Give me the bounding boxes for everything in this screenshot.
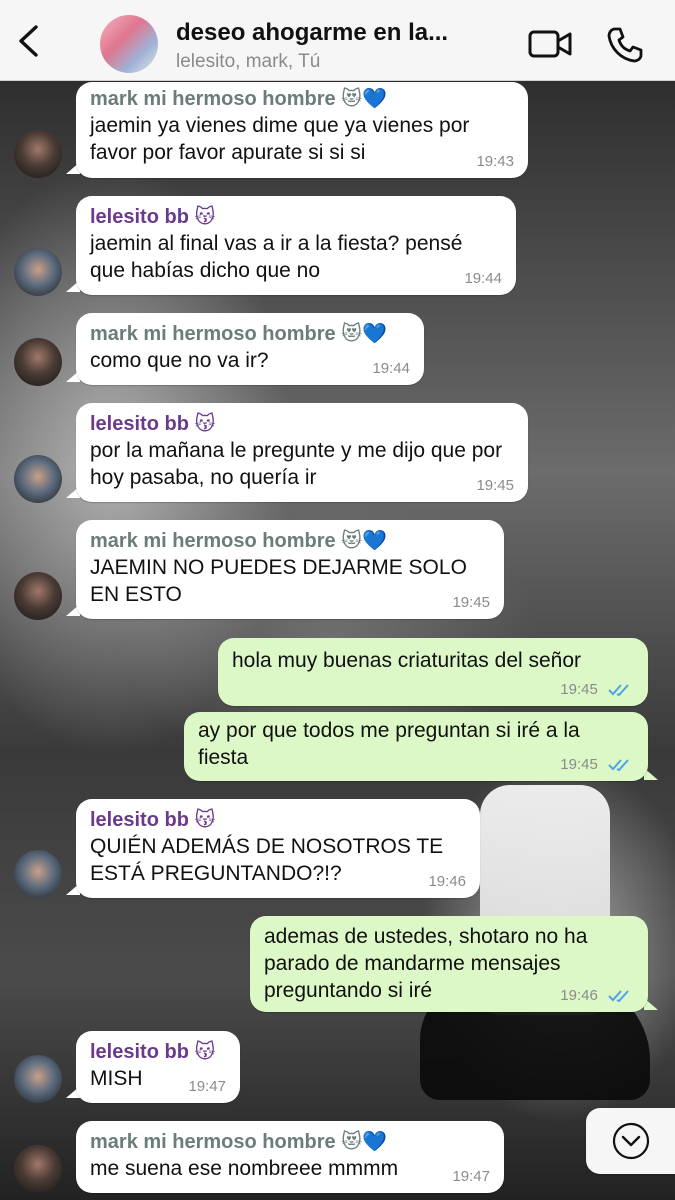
sender-name: lelesito bb 😽 (90, 413, 216, 435)
sender-name: lelesito bb 😽 (90, 206, 216, 228)
message-bubble-outgoing[interactable]: ademas de ustedes, shotaro no ha parado … (250, 916, 648, 1012)
message-bubble-outgoing[interactable]: hola muy buenas criaturitas del señor 19… (218, 638, 648, 706)
double-check-icon (608, 759, 629, 772)
sender-name: lelesito bb 😽 (90, 1041, 216, 1063)
message-bubble[interactable]: lelesito bb 😽 por la mañana le pregunte … (76, 403, 528, 502)
avatar-mark[interactable] (14, 572, 62, 620)
chevron-down-circle-icon (612, 1122, 650, 1160)
avatar-lelesito[interactable] (14, 850, 62, 898)
message-text: como que no va ir? (90, 349, 269, 372)
sender-name: mark mi hermoso hombre 😻💙 (90, 1131, 387, 1153)
message-bubble-outgoing[interactable]: ay por que todos me preguntan si iré a l… (184, 712, 648, 781)
message-time: 19:47 (452, 1168, 490, 1185)
avatar-lelesito[interactable] (14, 1055, 62, 1103)
message-text: jaemin ya vienes dime que ya vienes por … (90, 114, 470, 164)
scroll-to-bottom-button[interactable] (586, 1108, 675, 1174)
group-participants[interactable]: lelesito, mark, Tú (176, 51, 320, 73)
avatar-mark[interactable] (14, 130, 62, 178)
message-time-wrap: 19:46 (560, 987, 632, 1004)
message-bubble[interactable]: lelesito bb 😽 jaemin al final vas a ir a… (76, 196, 516, 295)
message-time: 19:45 (476, 477, 514, 494)
message-bubble[interactable]: mark mi hermoso hombre 😻💙 como que no va… (76, 313, 424, 385)
message-time: 19:47 (188, 1078, 226, 1095)
message-time: 19:43 (476, 153, 514, 170)
message-text: hola muy buenas criaturitas del señor (232, 649, 582, 672)
group-avatar[interactable] (100, 15, 158, 73)
sender-name: mark mi hermoso hombre 😻💙 (90, 88, 387, 110)
phone-icon[interactable] (606, 26, 644, 64)
chat-header: deseo ahogarme en la... lelesito, mark, … (0, 0, 675, 81)
message-text: me suena ese nombreee mmmm (90, 1157, 399, 1180)
message-time: 19:46 (560, 987, 598, 1004)
sender-name: mark mi hermoso hombre 😻💙 (90, 323, 387, 345)
video-camera-icon[interactable] (528, 28, 572, 60)
avatar-mark[interactable] (14, 338, 62, 386)
message-time-wrap: 19:45 (560, 756, 632, 773)
message-time: 19:46 (428, 873, 466, 890)
double-check-icon (608, 990, 629, 1003)
group-title[interactable]: deseo ahogarme en la... (176, 19, 448, 47)
message-bubble[interactable]: mark mi hermoso hombre 😻💙 me suena ese n… (76, 1121, 504, 1193)
chevron-left-icon[interactable] (14, 24, 44, 58)
message-text: JAEMIN NO PUEDES DEJARME SOLO EN ESTO (90, 556, 467, 606)
sender-name: mark mi hermoso hombre 😻💙 (90, 530, 387, 552)
message-time: 19:44 (464, 270, 502, 287)
message-time: 19:45 (452, 594, 490, 611)
message-text: QUIÉN ADEMÁS DE NOSOTROS TE ESTÁ PREGUNT… (90, 835, 444, 885)
message-bubble[interactable]: mark mi hermoso hombre 😻💙 jaemin ya vien… (76, 82, 528, 178)
avatar-lelesito[interactable] (14, 248, 62, 296)
message-bubble[interactable]: lelesito bb 😽 QUIÉN ADEMÁS DE NOSOTROS T… (76, 799, 480, 898)
message-bubble[interactable]: mark mi hermoso hombre 😻💙 JAEMIN NO PUED… (76, 520, 504, 619)
message-time: 19:44 (372, 360, 410, 377)
avatar-lelesito[interactable] (14, 455, 62, 503)
sender-name: lelesito bb 😽 (90, 809, 216, 831)
double-check-icon (608, 684, 629, 697)
message-time: 19:45 (560, 756, 598, 773)
message-text: por la mañana le pregunte y me dijo que … (90, 439, 503, 489)
avatar-mark[interactable] (14, 1145, 62, 1193)
message-time-wrap: 19:45 (560, 681, 632, 698)
message-text: jaemin al final vas a ir a la fiesta? pe… (90, 232, 463, 282)
message-bubble[interactable]: lelesito bb 😽 MISH 19:47 (76, 1031, 240, 1103)
message-time: 19:45 (560, 681, 598, 698)
